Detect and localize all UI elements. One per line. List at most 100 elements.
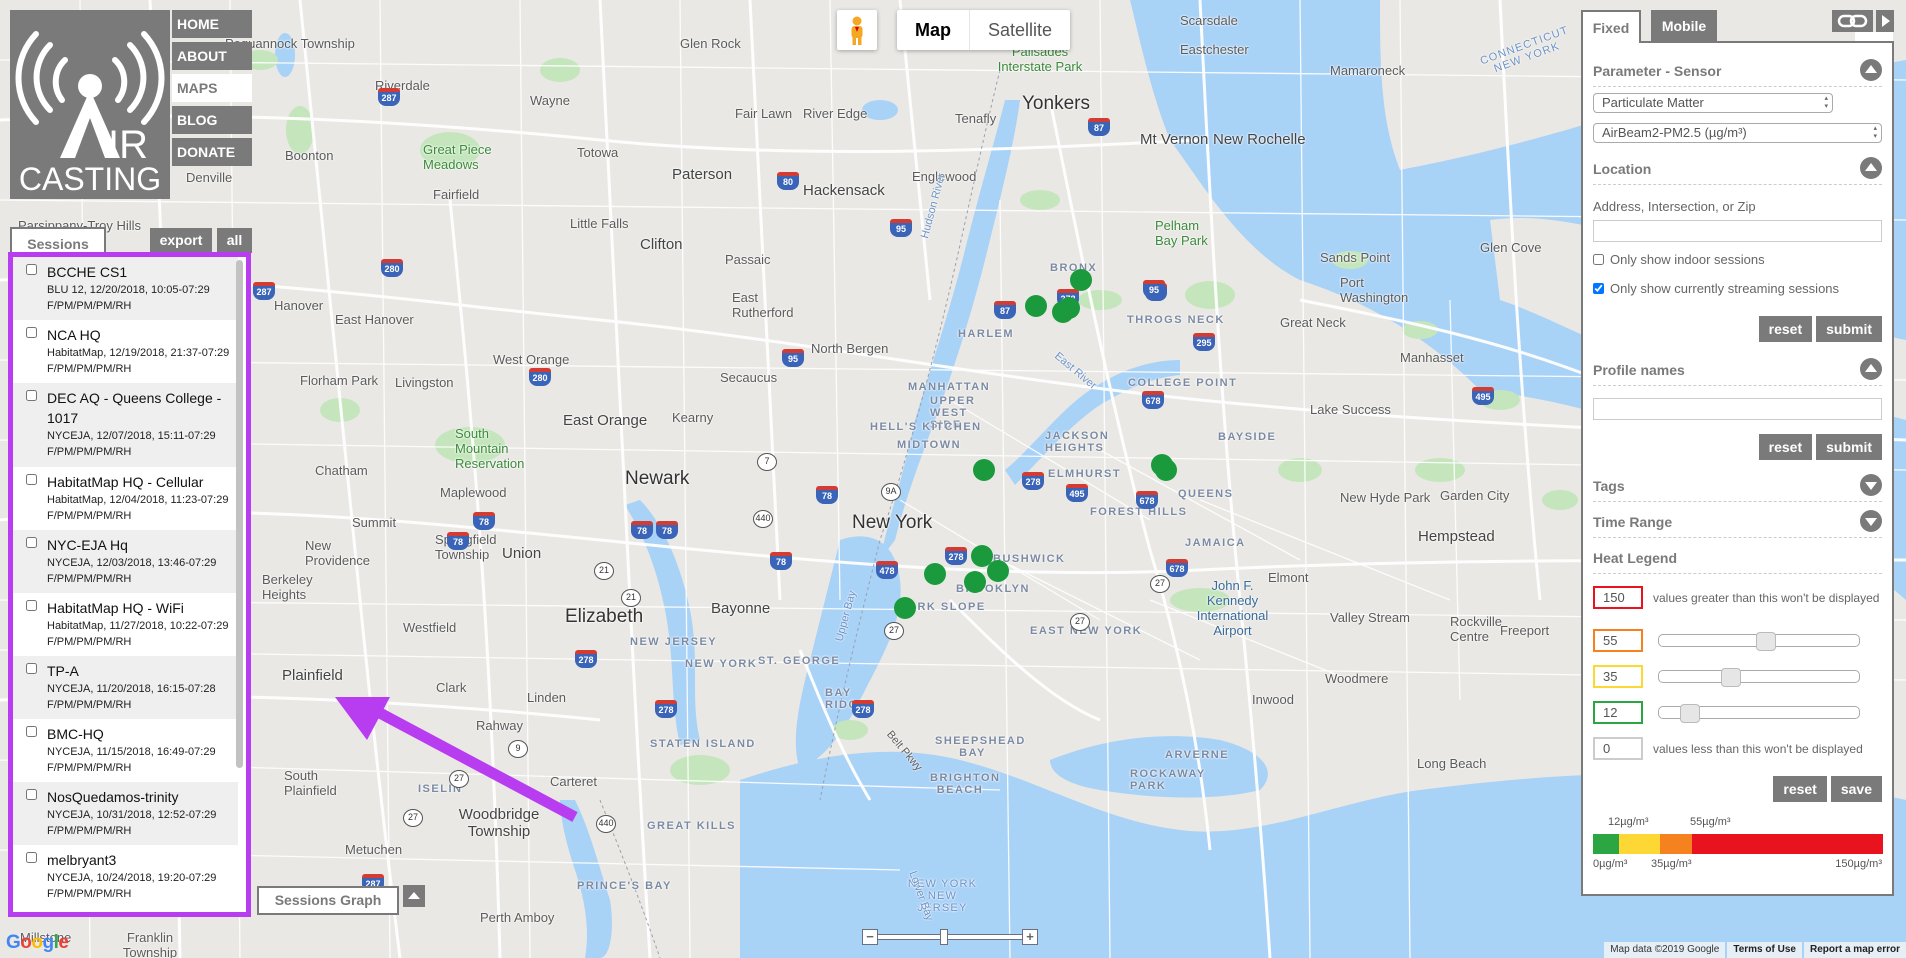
zoom-slider[interactable]: − + [862,929,1038,945]
map-label: Tenafly [955,111,997,126]
profile-input[interactable] [1593,398,1882,420]
session-marker[interactable] [1070,269,1092,291]
collapse-panel-button[interactable] [1876,10,1894,32]
map-label: HARLEM [958,328,1015,340]
zoom-track[interactable] [876,934,1026,940]
session-marker[interactable] [894,597,916,619]
session-marker[interactable] [1025,295,1047,317]
streaming-checkbox[interactable] [1593,283,1604,294]
legend-high-slider-thumb[interactable] [1755,632,1776,651]
session-checkbox[interactable] [26,537,37,548]
session-marker[interactable] [973,459,995,481]
session-checkbox[interactable] [26,852,37,863]
session-list-item[interactable]: TP-A NYCEJA, 11/20/2018, 16:15-07:28 F/PM… [13,656,238,719]
profile-submit-button[interactable]: submit [1816,434,1882,460]
parameter-select[interactable]: Particulate Matter [1593,93,1833,113]
session-list-item[interactable]: NCA HQ HabitatMap, 12/19/2018, 21:37-07:2… [13,320,238,383]
select-all-button[interactable]: all [217,228,252,253]
profile-section-header[interactable]: Profile names [1593,350,1882,386]
parameter-section-header[interactable]: Parameter - Sensor [1593,51,1882,87]
map-type-map[interactable]: Map [897,10,970,50]
legend-low-slider-thumb[interactable] [1680,704,1701,723]
sessions-graph-toggle[interactable] [403,885,425,907]
interstate-shield: 278 [1022,472,1044,490]
legend-min-input[interactable] [1593,737,1643,760]
zoom-out-button[interactable]: − [862,929,878,945]
location-submit-button[interactable]: submit [1816,316,1882,342]
session-list-item[interactable]: NYC-EJA Hq NYCEJA, 12/03/2018, 13:46-07:2… [13,530,238,593]
export-button[interactable]: export [150,228,212,253]
collapse-parameter-icon[interactable] [1860,59,1882,81]
nav-home[interactable]: HOME [172,10,252,38]
session-list-item[interactable]: melbryant3 NYCEJA, 10/24/2018, 19:20-07:2… [13,845,238,908]
map-data-credit: Map data ©2019 Google [1604,942,1726,958]
google-logo[interactable]: Google [6,932,69,954]
session-checkbox[interactable] [26,789,37,800]
collapse-location-icon[interactable] [1860,157,1882,179]
sessions-graph-button[interactable]: Sessions Graph [257,886,399,915]
legend-max-input[interactable] [1593,586,1643,609]
legend-mid-input[interactable] [1593,665,1643,688]
expand-tags-icon[interactable] [1860,474,1882,496]
indoor-checkbox[interactable] [1593,254,1604,265]
session-marker[interactable] [987,560,1009,582]
street-view-pegman[interactable] [837,10,877,50]
session-meta: BLU 12, 12/20/2018, 10:05-07:29 F/PM/PM/… [47,284,210,312]
nav-maps[interactable]: MAPS [172,74,252,102]
session-checkbox[interactable] [26,390,37,401]
map-label: Freeport [1500,623,1550,638]
session-checkbox[interactable] [26,600,37,611]
legend-mid-slider[interactable] [1658,668,1860,687]
tags-section-header[interactable]: Tags [1593,466,1882,502]
route-shield: 27 [1150,575,1170,593]
location-reset-button[interactable]: reset [1758,316,1813,342]
session-list-item[interactable]: BMC-HQ NYCEJA, 11/15/2018, 16:49-07:29 F/… [13,719,238,782]
legend-min-row: values less than this won't be displayed [1593,737,1882,760]
session-marker[interactable] [1155,459,1177,481]
share-link-button[interactable] [1832,10,1873,32]
session-marker[interactable] [924,563,946,585]
session-checkbox[interactable] [26,264,37,275]
session-checkbox[interactable] [26,327,37,338]
route-shield: 21 [621,589,641,607]
session-list-item[interactable]: BCCHE CS1 BLU 12, 12/20/2018, 10:05-07:29… [13,257,238,320]
map-label: HELL'S KITCHEN [870,421,982,433]
expand-time-range-icon[interactable] [1860,510,1882,532]
session-list-item[interactable]: HabitatMap HQ - Cellular HabitatMap, 12/0… [13,467,238,530]
session-marker[interactable] [964,571,986,593]
session-list-item[interactable]: HabitatMap HQ - WiFi HabitatMap, 11/27/20… [13,593,238,656]
map-type-satellite[interactable]: Satellite [970,10,1070,50]
session-checkbox[interactable] [26,663,37,674]
collapse-profile-icon[interactable] [1860,358,1882,380]
profile-reset-button[interactable]: reset [1758,434,1813,460]
sessions-scrollbar[interactable] [236,260,243,768]
nav-donate[interactable]: DONATE [172,138,252,166]
zoom-thumb[interactable] [939,929,948,945]
legend-high-input[interactable] [1593,629,1643,652]
map-label: Perth Amboy [480,910,555,925]
sessions-tab[interactable]: Sessions [10,227,106,255]
terms-of-use-link[interactable]: Terms of Use [1727,942,1802,958]
session-checkbox[interactable] [26,726,37,737]
tab-fixed[interactable]: Fixed [1581,10,1641,43]
legend-mid-slider-thumb[interactable] [1720,668,1741,687]
time-range-section-header[interactable]: Time Range [1593,502,1882,538]
report-map-error-link[interactable]: Report a map error [1803,942,1906,958]
tab-mobile[interactable]: Mobile [1651,10,1717,41]
legend-high-slider[interactable] [1658,632,1860,651]
legend-save-button[interactable]: save [1830,776,1882,802]
sensor-select[interactable]: AirBeam2-PM2.5 (µg/m³) [1593,123,1882,143]
nav-blog[interactable]: BLOG [172,106,252,134]
location-section-header[interactable]: Location [1593,149,1882,185]
session-marker[interactable] [1058,297,1080,319]
legend-low-slider[interactable] [1658,704,1860,723]
nav-about[interactable]: ABOUT [172,42,252,70]
legend-low-input[interactable] [1593,701,1643,724]
address-input[interactable] [1593,220,1882,242]
zoom-in-button[interactable]: + [1022,929,1038,945]
session-list-item[interactable]: DEC AQ - Queens College - 1017 NYCEJA, 12… [13,383,238,467]
session-list-item[interactable]: NosQuedamos-trinity NYCEJA, 10/31/2018, 1… [13,782,238,845]
aircasting-logo[interactable]: IR CASTING [10,10,170,199]
session-checkbox[interactable] [26,474,37,485]
legend-reset-button[interactable]: reset [1773,776,1827,802]
